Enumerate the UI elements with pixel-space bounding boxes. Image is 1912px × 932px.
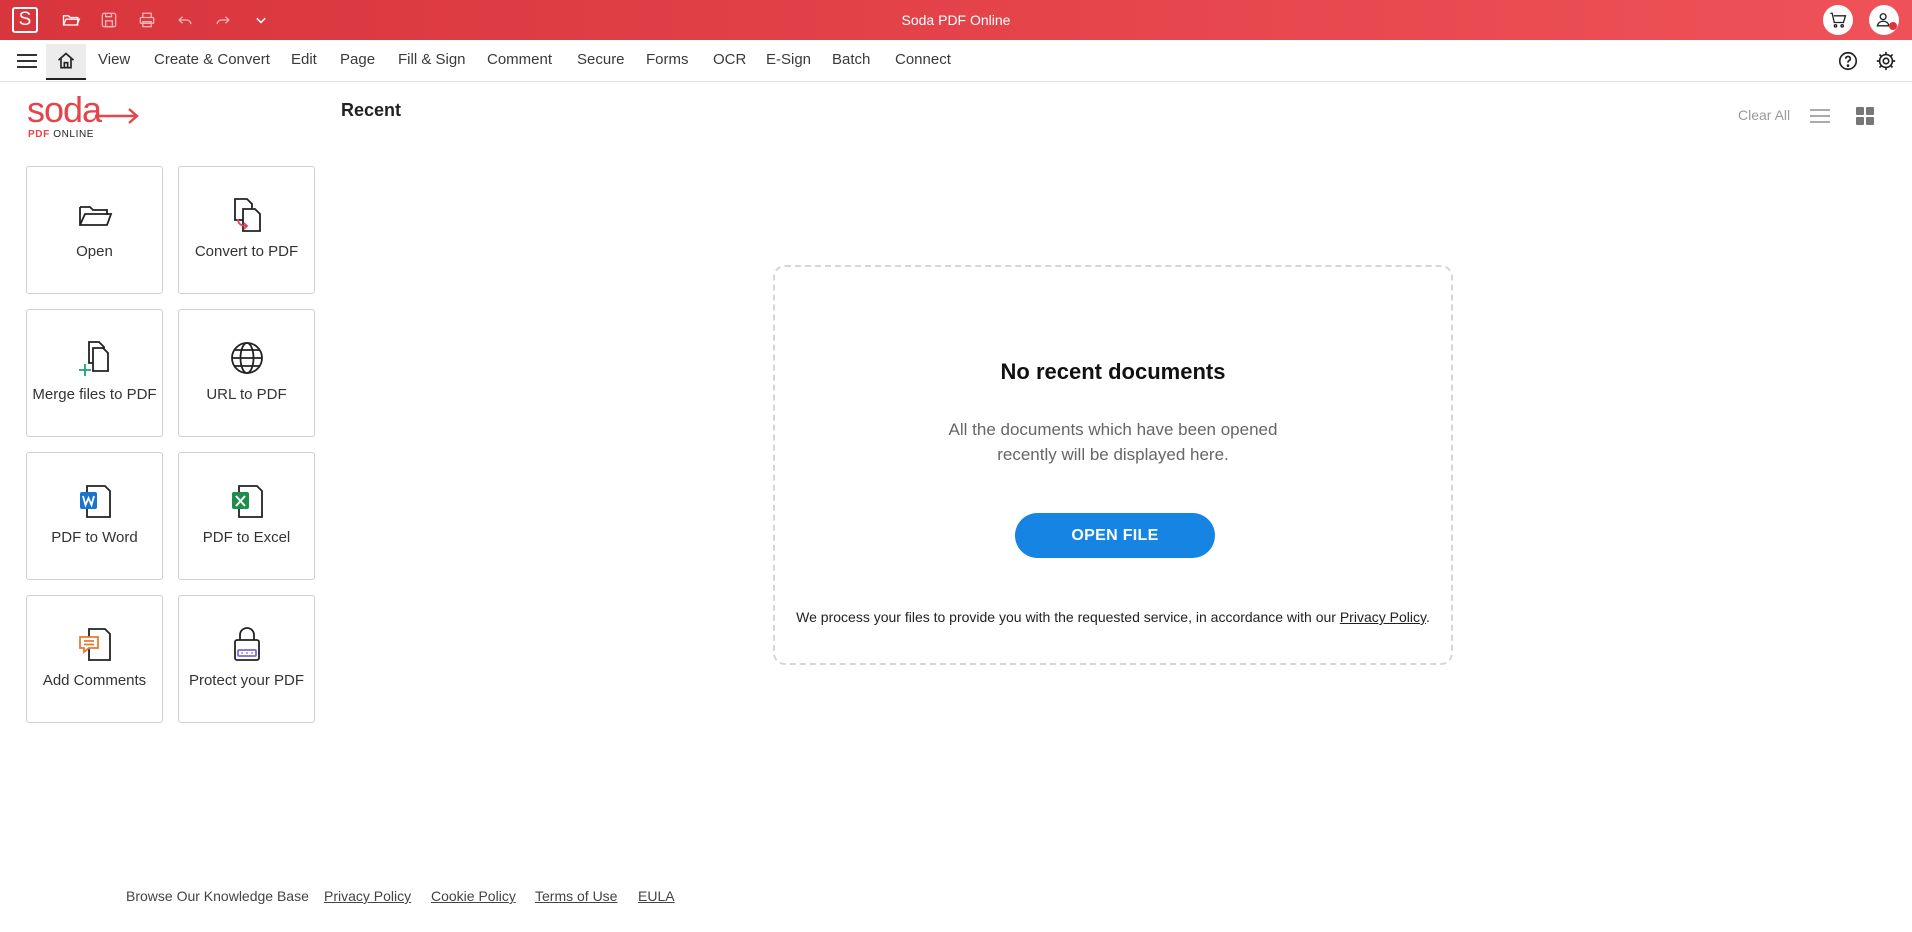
app-logo-badge[interactable]: S	[12, 7, 38, 33]
menu-batch[interactable]: Batch	[832, 40, 870, 82]
empty-state-title: No recent documents	[1000, 359, 1226, 384]
tile-open[interactable]: Open	[26, 166, 163, 294]
menu-ocr[interactable]: OCR	[713, 40, 746, 82]
tile-add-comments[interactable]: Add Comments	[26, 595, 163, 723]
knowledge-base-link[interactable]: Browse Our Knowledge Base	[126, 888, 309, 904]
menu-comment[interactable]: Comment	[487, 40, 552, 82]
empty-state-dropzone[interactable]: No recent documents All the documents wh…	[773, 265, 1453, 665]
word-icon	[79, 485, 111, 518]
undo-icon[interactable]	[172, 8, 198, 32]
tile-pdf-to-word[interactable]: PDF to Word	[26, 452, 163, 580]
menu-page[interactable]: Page	[340, 40, 375, 82]
privacy-notice: We process your files to provide you wit…	[775, 609, 1451, 625]
logo-sub-online: ONLINE	[53, 129, 95, 140]
print-icon[interactable]	[134, 8, 160, 32]
menu-create-convert[interactable]: Create & Convert	[154, 40, 270, 82]
tile-label: Merge files to PDF	[32, 386, 157, 403]
save-icon[interactable]	[96, 8, 122, 32]
logo-sub-pdf: PDF	[28, 129, 50, 140]
home-icon	[57, 52, 75, 69]
excel-icon	[231, 485, 263, 518]
tile-convert-to-pdf[interactable]: Convert to PDF	[178, 166, 315, 294]
tile-label: Open	[76, 243, 113, 260]
privacy-notice-text: We process your files to provide you wit…	[796, 609, 1340, 625]
recent-heading: Recent	[341, 100, 402, 120]
tile-merge-files[interactable]: Merge files to PDF	[26, 309, 163, 437]
open-folder-icon[interactable]	[58, 8, 84, 32]
tile-label: Protect your PDF	[188, 672, 305, 689]
clear-all-button[interactable]: Clear All	[1738, 107, 1790, 123]
menu-forms[interactable]: Forms	[646, 40, 689, 82]
help-icon[interactable]	[1836, 49, 1860, 73]
tile-label: URL to PDF	[206, 386, 287, 403]
tile-pdf-to-excel[interactable]: PDF to Excel	[178, 452, 315, 580]
convert-icon	[233, 198, 261, 232]
title-bar: S Soda PDF Online	[0, 0, 1912, 40]
chevron-down-icon[interactable]	[248, 8, 274, 32]
menu-e-sign[interactable]: E-Sign	[766, 40, 811, 82]
logo-subtitle: PDF ONLINE	[28, 129, 94, 140]
footer-eula-link[interactable]: EULA	[638, 888, 675, 904]
list-view-icon[interactable]	[1808, 104, 1832, 128]
privacy-notice-suffix: .	[1425, 609, 1430, 625]
menu-bar: View Create & Convert Edit Page Fill & S…	[0, 40, 1912, 82]
footer-terms-of-use-link[interactable]: Terms of Use	[535, 888, 617, 904]
grid-view-icon[interactable]	[1853, 104, 1877, 128]
tile-url-to-pdf[interactable]: URL to PDF	[178, 309, 315, 437]
menu-edit[interactable]: Edit	[291, 40, 317, 82]
hamburger-menu-icon[interactable]	[14, 49, 40, 73]
comment-icon	[78, 628, 111, 661]
lock-icon	[233, 627, 260, 661]
logo-wordmark: soda	[27, 89, 102, 130]
notification-dot	[1889, 22, 1897, 30]
gear-icon[interactable]	[1874, 49, 1898, 73]
account-button[interactable]	[1869, 5, 1899, 35]
redo-icon[interactable]	[210, 8, 236, 32]
soda-pdf-logo: soda PDF ONLINE	[27, 89, 139, 142]
privacy-policy-link[interactable]: Privacy Policy	[1340, 609, 1426, 625]
open-file-button[interactable]: OPEN FILE	[1015, 513, 1215, 558]
window-title: Soda PDF Online	[901, 12, 1011, 28]
merge-icon	[78, 341, 109, 376]
cart-button[interactable]	[1823, 5, 1853, 35]
footer-privacy-policy-link[interactable]: Privacy Policy	[324, 888, 411, 904]
tile-label: Add Comments	[42, 672, 147, 689]
home-tab[interactable]	[46, 44, 86, 80]
menu-view[interactable]: View	[98, 40, 130, 82]
cart-icon	[1830, 12, 1847, 28]
empty-state-description: All the documents which have been opened…	[948, 420, 1278, 464]
tile-protect-pdf[interactable]: Protect your PDF	[178, 595, 315, 723]
folder-icon	[78, 206, 112, 226]
logo-arrow-icon	[95, 108, 139, 124]
menu-fill-sign[interactable]: Fill & Sign	[398, 40, 466, 82]
menu-secure[interactable]: Secure	[577, 40, 625, 82]
tile-label: PDF to Excel	[202, 529, 291, 546]
tile-label: PDF to Word	[51, 529, 138, 546]
globe-icon	[230, 342, 263, 374]
footer-cookie-policy-link[interactable]: Cookie Policy	[431, 888, 516, 904]
tile-label: Convert to PDF	[194, 243, 299, 260]
menu-connect[interactable]: Connect	[895, 40, 951, 82]
